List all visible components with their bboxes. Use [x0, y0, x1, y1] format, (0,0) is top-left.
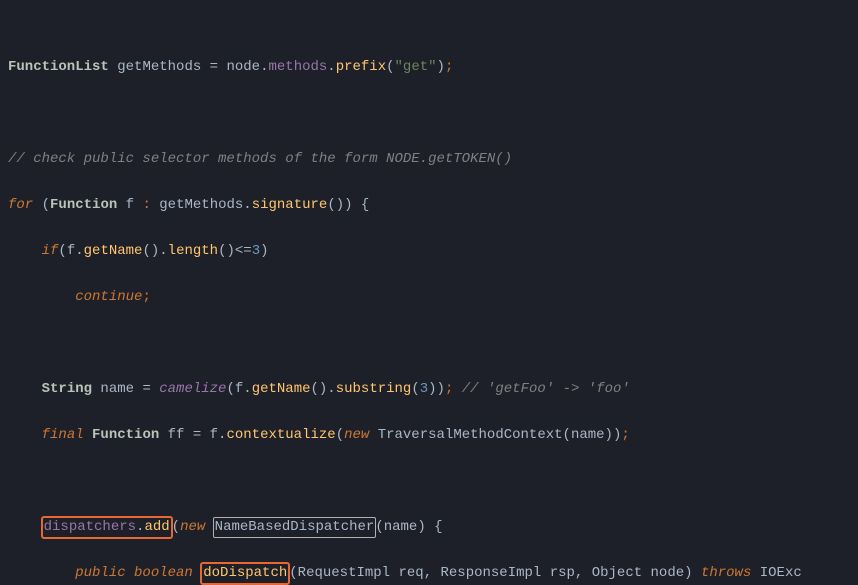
- type: FunctionList: [8, 59, 109, 75]
- code-editor[interactable]: FunctionList getMethods = node.methods.p…: [0, 0, 858, 585]
- code-line: public boolean doDispatch(RequestImpl re…: [8, 562, 858, 585]
- highlight-box-class: NameBasedDispatcher: [213, 517, 377, 538]
- highlight-box-2: doDispatch: [200, 562, 290, 585]
- highlight-box-1: dispatchers.add: [41, 516, 173, 539]
- code-line: // check public selector methods of the …: [8, 148, 858, 171]
- code-line: FunctionList getMethods = node.methods.p…: [8, 56, 858, 79]
- variable: getMethods: [117, 59, 201, 75]
- code-line: dispatchers.add(new NameBasedDispatcher(…: [8, 516, 858, 539]
- code-line: continue;: [8, 286, 858, 309]
- code-line: String name = camelize(f.getName().subst…: [8, 378, 858, 401]
- code-line: for (Function f : getMethods.signature()…: [8, 194, 858, 217]
- code-line: final Function ff = f.contextualize(new …: [8, 424, 858, 447]
- code-line: if(f.getName().length()<=3): [8, 240, 858, 263]
